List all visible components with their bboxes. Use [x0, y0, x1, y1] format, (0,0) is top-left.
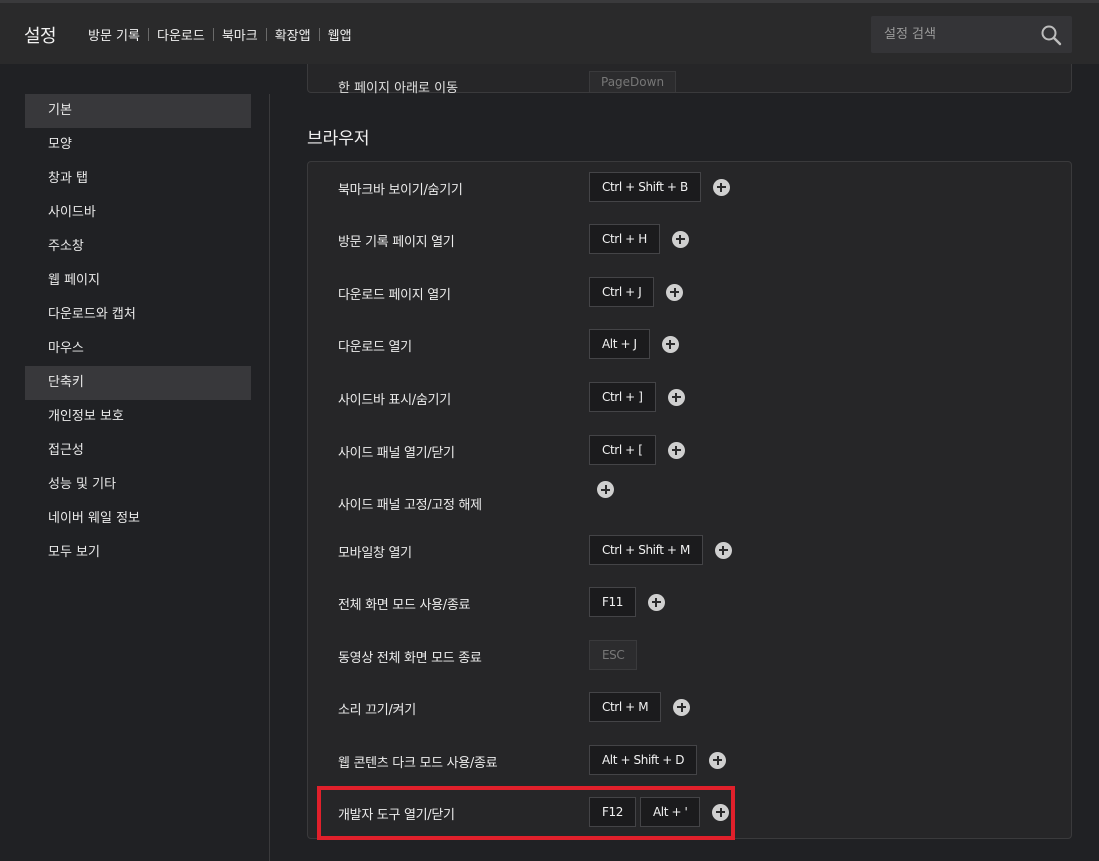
add-shortcut-icon[interactable] — [714, 541, 732, 559]
shortcut-row: 다운로드 페이지 열기 Ctrl + J — [308, 272, 1071, 312]
add-shortcut-icon[interactable] — [667, 388, 685, 406]
shortcut-row: 동영상 전체 화면 모드 종료 ESC — [308, 635, 1071, 675]
add-shortcut-icon[interactable] — [671, 230, 689, 248]
shortcut-label: 모바일창 열기 — [338, 546, 412, 561]
nav-history-link[interactable]: 방문 기록 — [88, 25, 140, 44]
shortcut-label: 다운로드 페이지 열기 — [338, 288, 451, 303]
shortcut-label: 사이드 패널 열기/닫기 — [338, 446, 455, 461]
nav-separator — [212, 28, 214, 41]
shortcut-label: 사이드바 표시/숨기기 — [338, 393, 451, 408]
browser-shortcuts-card: 북마크바 보이기/숨기기 Ctrl + Shift + B 방문 기록 페이지 … — [307, 161, 1072, 839]
add-shortcut-icon[interactable] — [709, 751, 727, 769]
shortcut-key[interactable]: F11 — [589, 587, 636, 617]
add-shortcut-icon[interactable] — [661, 335, 679, 353]
navigation-shortcut-card: 한 페이지 아래로 이동 PageDown — [307, 64, 1072, 96]
add-shortcut-icon[interactable] — [666, 283, 684, 301]
shortcut-key[interactable]: Ctrl + [ — [589, 435, 656, 465]
shortcut-label: 방문 기록 페이지 열기 — [338, 235, 455, 250]
settings-search — [871, 16, 1072, 53]
section-title-browser: 브라우저 — [307, 129, 370, 149]
sidebar-item-basic[interactable]: 기본 — [25, 94, 251, 128]
shortcut-row: 개발자 도구 열기/닫기 F12 Alt + ' — [308, 792, 1071, 832]
add-shortcut-icon[interactable] — [712, 178, 730, 196]
shortcut-row: 사이드 패널 열기/닫기 Ctrl + [ — [308, 430, 1071, 470]
shortcut-row: 전체 화면 모드 사용/종료 F11 — [308, 582, 1071, 622]
sidebar-item-appearance[interactable]: 모양 — [25, 128, 251, 162]
shortcut-key[interactable]: Ctrl + ] — [589, 382, 656, 412]
shortcut-row: 모바일창 열기 Ctrl + Shift + M — [308, 530, 1071, 570]
sidebar-item-windows-tabs[interactable]: 창과 탭 — [25, 162, 251, 196]
add-shortcut-icon[interactable] — [673, 698, 691, 716]
shortcut-key[interactable]: Ctrl + Shift + B — [589, 172, 701, 202]
shortcut-key: PageDown — [589, 71, 677, 93]
shortcut-key[interactable]: F12 — [589, 797, 636, 827]
shortcut-key-fixed: ESC — [589, 640, 638, 670]
shortcut-row: 북마크바 보이기/숨기기 Ctrl + Shift + B — [308, 167, 1071, 207]
shortcut-row: 방문 기록 페이지 열기 Ctrl + H — [308, 219, 1071, 259]
sidebar-item-accessibility[interactable]: 접근성 — [25, 434, 251, 468]
nav-separator — [147, 28, 149, 41]
shortcut-key[interactable]: Ctrl + J — [589, 277, 655, 307]
add-shortcut-icon[interactable] — [712, 803, 730, 821]
search-input[interactable] — [871, 16, 1036, 53]
nav-downloads-link[interactable]: 다운로드 — [157, 25, 205, 44]
add-shortcut-icon[interactable] — [667, 441, 685, 459]
sidebar-item-sidebar[interactable]: 사이드바 — [25, 196, 251, 230]
shortcut-key[interactable]: Alt + J — [589, 329, 650, 359]
shortcut-key[interactable]: Ctrl + M — [589, 692, 662, 722]
shortcut-key[interactable]: Ctrl + Shift + M — [589, 535, 703, 565]
shortcut-label: 소리 끄기/켜기 — [338, 703, 416, 718]
shortcut-row: 소리 끄기/켜기 Ctrl + M — [308, 687, 1071, 727]
add-shortcut-icon[interactable] — [597, 481, 614, 498]
shortcut-label: 북마크바 보이기/숨기기 — [338, 183, 463, 198]
shortcut-row: 사이드 패널 고정/고정 해제 — [308, 481, 1071, 522]
nav-extensions-link[interactable]: 확장앱 — [275, 25, 311, 44]
shortcut-label: 한 페이지 아래로 이동 — [338, 81, 459, 96]
shortcut-key[interactable]: Ctrl + H — [589, 224, 660, 254]
nav-webapps-link[interactable]: 웹앱 — [328, 25, 352, 44]
shortcut-row: 다운로드 열기 Alt + J — [308, 324, 1071, 364]
search-icon[interactable] — [1040, 24, 1062, 46]
top-bar: 설정 방문 기록 다운로드 북마크 확장앱 웹앱 — [0, 0, 1099, 64]
top-nav: 방문 기록 다운로드 북마크 확장앱 웹앱 — [88, 25, 352, 44]
sidebar-item-mouse[interactable]: 마우스 — [25, 332, 251, 366]
shortcut-key[interactable]: Alt + Shift + D — [589, 745, 698, 775]
sidebar-item-web-page[interactable]: 웹 페이지 — [25, 264, 251, 298]
shortcut-row: 사이드바 표시/숨기기 Ctrl + ] — [308, 377, 1071, 417]
page-title: 설정 — [24, 26, 57, 47]
shortcut-label: 사이드 패널 고정/고정 해제 — [338, 498, 482, 513]
add-shortcut-icon[interactable] — [647, 593, 665, 611]
shortcut-label: 전체 화면 모드 사용/종료 — [338, 598, 471, 613]
nav-separator — [318, 28, 320, 41]
shortcut-label: 웹 콘텐츠 다크 모드 사용/종료 — [338, 756, 498, 771]
nav-bookmarks-link[interactable]: 북마크 — [222, 25, 258, 44]
shortcut-label: 다운로드 열기 — [338, 340, 412, 355]
sidebar-item-about-whale[interactable]: 네이버 웨일 정보 — [25, 502, 251, 536]
shortcut-label: 동영상 전체 화면 모드 종료 — [338, 651, 482, 666]
sidebar-item-address-bar[interactable]: 주소창 — [25, 230, 251, 264]
shortcut-key[interactable]: Alt + ' — [639, 797, 701, 827]
sidebar-item-downloads-capture[interactable]: 다운로드와 캡처 — [25, 298, 251, 332]
sidebar-item-privacy[interactable]: 개인정보 보호 — [25, 400, 251, 434]
settings-sidebar: 기본 모양 창과 탭 사이드바 주소창 웹 페이지 다운로드와 캡처 마우스 단… — [0, 64, 270, 861]
settings-content: 한 페이지 아래로 이동 PageDown 브라우저 북마크바 보이기/숨기기 … — [270, 64, 1099, 861]
shortcut-label: 개발자 도구 열기/닫기 — [338, 808, 455, 823]
sidebar-item-performance[interactable]: 성능 및 기타 — [25, 468, 251, 502]
nav-separator — [265, 28, 267, 41]
shortcut-row: 웹 콘텐츠 다크 모드 사용/종료 Alt + Shift + D — [308, 740, 1071, 780]
sidebar-item-shortcuts[interactable]: 단축키 — [25, 366, 251, 400]
sidebar-item-show-all[interactable]: 모두 보기 — [25, 536, 251, 570]
